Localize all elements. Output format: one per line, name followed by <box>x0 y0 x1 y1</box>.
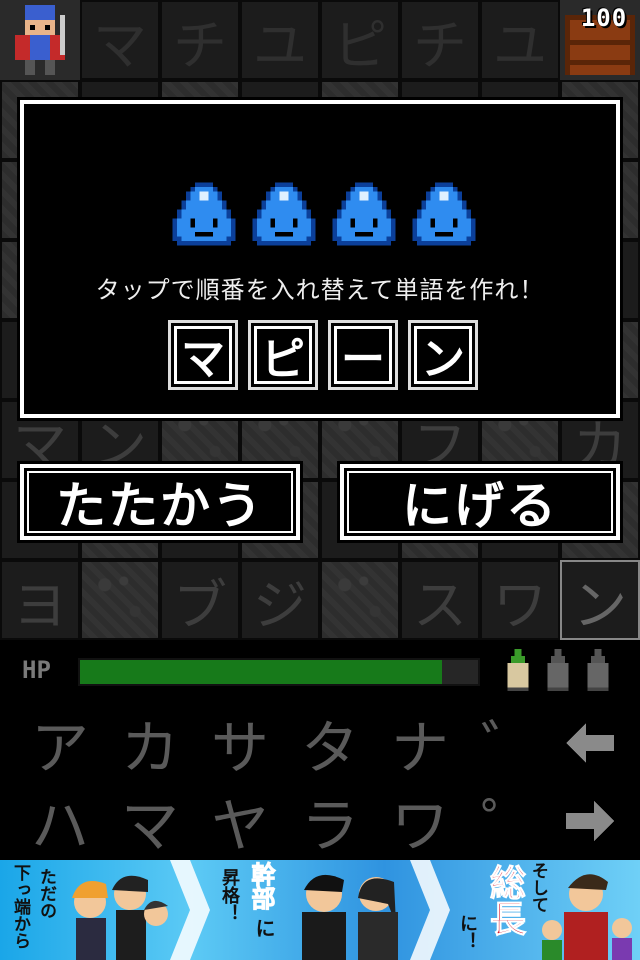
instruction-text: タップで順番を入れ替えて単語を作れ！ <box>95 276 545 304</box>
key-ka[interactable]: カ <box>106 704 194 782</box>
hp-bar <box>78 658 480 686</box>
board-cell[interactable]: ワ <box>480 560 560 640</box>
right-arrow-icon[interactable] <box>546 782 634 860</box>
letter-tile-2[interactable]: ピ <box>248 320 318 390</box>
key-ha[interactable]: ハ <box>16 782 104 860</box>
board-cell[interactable]: チ <box>160 0 240 80</box>
key-ma[interactable]: マ <box>106 782 194 860</box>
word-puzzle-dialog: タップで順番を入れ替えて単語を作れ！ マ ピ ー ン <box>20 100 620 418</box>
flee-button[interactable]: にげる <box>340 464 620 540</box>
treasure-count: 100 <box>580 4 628 32</box>
key-dakuten[interactable]: ゛ <box>466 704 554 782</box>
character-illustration <box>72 875 168 960</box>
ad-text: に <box>252 918 276 938</box>
slime-enemy-icon <box>252 182 316 246</box>
left-arrow-icon[interactable] <box>546 704 634 782</box>
ad-text: に！ <box>457 914 478 950</box>
board-cell[interactable]: ユ <box>480 0 560 80</box>
board-cell[interactable]: ピ <box>320 0 400 80</box>
hp-label: HP <box>22 656 51 684</box>
ad-text-highlight: 幹部 <box>247 862 276 911</box>
key-na[interactable]: ナ <box>376 704 464 782</box>
potion-icon[interactable] <box>584 648 612 692</box>
ad-text: 下っ端から <box>10 864 30 949</box>
hp-bar-fill <box>80 660 443 684</box>
ad-text: ただの <box>36 868 56 919</box>
letter-tile-4[interactable]: ン <box>408 320 478 390</box>
slime-enemy-icon <box>412 182 476 246</box>
chevron-right-icon <box>170 860 210 960</box>
board-cell[interactable]: チ <box>400 0 480 80</box>
status-bar: HP <box>0 640 640 704</box>
key-sa[interactable]: サ <box>196 704 284 782</box>
potion-inventory <box>504 648 624 694</box>
hero-icon <box>0 0 80 80</box>
key-wa[interactable]: ワ <box>376 782 464 860</box>
potion-icon[interactable] <box>504 648 532 692</box>
key-ra[interactable]: ラ <box>286 782 374 860</box>
key-ta[interactable]: タ <box>286 704 374 782</box>
board-cell[interactable]: ヨ <box>0 560 80 640</box>
letter-tile-1[interactable]: マ <box>168 320 238 390</box>
board-cell-selected[interactable]: ン <box>560 560 640 640</box>
board-cell[interactable]: ブ <box>160 560 240 640</box>
chevron-right-icon <box>410 860 450 960</box>
ad-text-highlight: 総長 <box>484 864 526 937</box>
character-illustration <box>542 874 632 960</box>
board-cell[interactable]: ス <box>400 560 480 640</box>
key-handakuten[interactable]: ゜ <box>466 782 554 860</box>
board-cell[interactable]: ジ <box>240 560 320 640</box>
key-ya[interactable]: ヤ <box>196 782 284 860</box>
potion-icon[interactable] <box>544 648 572 692</box>
stone-cell <box>320 560 400 640</box>
board-cell[interactable]: マ <box>80 0 160 80</box>
fight-button[interactable]: たたかう <box>20 464 300 540</box>
slime-enemy-icon <box>172 182 236 246</box>
ad-text: 昇格！ <box>219 868 240 922</box>
ad-banner[interactable]: ただの 下っ端から 幹部 に 昇格！ そして 総長 に！ <box>0 860 640 960</box>
letter-tiles: マ ピ ー ン <box>168 320 488 390</box>
kana-keyboard: ア カ サ タ ナ ゛ ハ マ ヤ ラ ワ ゜ <box>0 704 640 860</box>
letter-tile-3[interactable]: ー <box>328 320 398 390</box>
stone-cell <box>80 560 160 640</box>
enemy-group <box>168 178 480 252</box>
character-illustration <box>302 874 398 960</box>
slime-enemy-icon <box>332 182 396 246</box>
board-cell[interactable]: ユ <box>240 0 320 80</box>
key-a[interactable]: ア <box>16 704 104 782</box>
